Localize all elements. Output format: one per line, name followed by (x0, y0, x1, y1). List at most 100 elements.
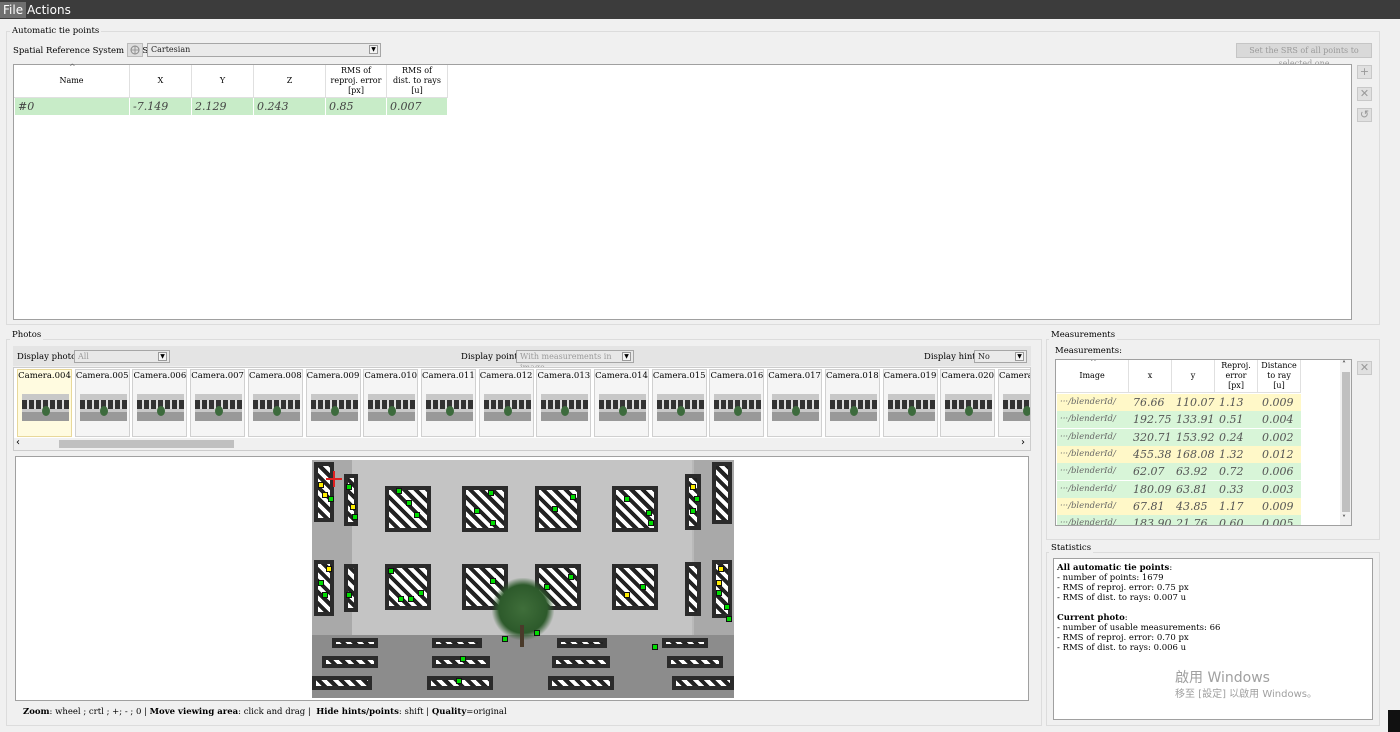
measurement-row[interactable]: ···/blenderId/67.81 43.85 1.17 0.009 (1057, 497, 1301, 515)
scroll-left-icon[interactable]: ‹ (16, 437, 20, 448)
tie-point[interactable] (648, 520, 654, 526)
srs-globe-icon[interactable] (127, 43, 143, 57)
tie-point[interactable] (408, 596, 414, 602)
camera-thumbnail[interactable]: Camera.012 (478, 369, 534, 437)
camera-thumbnail[interactable]: Camera.013 (536, 369, 592, 437)
tie-point[interactable] (488, 490, 494, 496)
set-srs-button[interactable]: Set the SRS of all points to selected on… (1236, 43, 1372, 68)
remove-measurement-icon[interactable]: ✕ (1357, 361, 1372, 375)
tie-point[interactable] (716, 590, 722, 596)
camera-thumbnail[interactable]: Camera.010 (363, 369, 419, 437)
tie-point[interactable] (346, 592, 352, 598)
tie-point[interactable] (726, 616, 732, 622)
scrollbar-thumb[interactable] (1342, 372, 1350, 512)
camera-thumbnail[interactable]: Camera.008 (247, 369, 303, 437)
tie-point[interactable] (318, 482, 324, 488)
tie-point[interactable] (326, 566, 332, 572)
srs-select[interactable]: Cartesian ▼ (147, 43, 381, 57)
photo-viewer[interactable] (15, 456, 1029, 701)
display-points-select[interactable]: With measurements in image ▼ (516, 350, 634, 372)
tie-point[interactable] (328, 496, 334, 502)
camera-thumbnail[interactable]: Camera.014 (594, 369, 649, 437)
tie-point[interactable] (716, 580, 722, 586)
measurement-row[interactable]: ···/blenderId/62.07 63.92 0.72 0.006 (1057, 463, 1301, 481)
camera-thumbnail[interactable]: Camera.017 (767, 369, 823, 437)
camera-strip-scrollbar[interactable]: ‹ › (14, 437, 1030, 450)
menu-actions[interactable]: Actions (24, 2, 74, 18)
display-photos-select[interactable]: All ▼ (74, 350, 170, 363)
tie-point[interactable] (396, 488, 402, 494)
measurement-row[interactable]: ···/blenderId/76.66 110.07 1.13 0.009 (1057, 394, 1301, 411)
tie-point[interactable] (652, 644, 658, 650)
tie-point[interactable] (346, 484, 352, 490)
tie-point[interactable] (406, 500, 412, 506)
measurements-table[interactable]: ^ Image x y Reproj. error [px] Distance … (1055, 359, 1352, 526)
tie-point[interactable] (690, 484, 696, 490)
col-z[interactable]: Z (254, 65, 326, 98)
scrollbar-thumb[interactable] (59, 440, 234, 448)
tie-point[interactable] (398, 596, 404, 602)
tie-point[interactable] (352, 514, 358, 520)
camera-thumbnail[interactable]: Camera.004 (17, 369, 72, 437)
tie-point[interactable] (388, 568, 394, 574)
tie-point[interactable] (534, 630, 540, 636)
col-reproj-error[interactable]: Reproj. error [px] (1215, 360, 1258, 393)
camera-thumbnail[interactable]: Camera.006 (132, 369, 188, 437)
tie-point[interactable] (544, 584, 550, 590)
add-icon[interactable]: + (1357, 65, 1372, 79)
camera-thumbnail[interactable]: Camera.009 (305, 369, 361, 437)
measurement-row[interactable]: ···/blenderId/180.09 63.81 0.33 0.003 (1057, 480, 1301, 498)
tie-point[interactable] (568, 574, 574, 580)
col-rms-dist[interactable]: RMS of dist. to rays [u] (387, 65, 448, 98)
camera-photo[interactable] (312, 460, 734, 698)
scroll-right-icon[interactable]: › (1021, 437, 1025, 448)
tie-point[interactable] (474, 508, 480, 514)
tie-point[interactable] (418, 590, 424, 596)
camera-thumbnail[interactable]: Camera.016 (709, 369, 765, 437)
tie-point[interactable] (490, 578, 496, 584)
measurements-scrollbar[interactable]: ˄ ˅ (1340, 360, 1351, 525)
tie-point[interactable] (646, 510, 652, 516)
col-image[interactable]: Image (1056, 360, 1129, 393)
col-y[interactable]: Y (192, 65, 254, 98)
tie-points-table[interactable]: ^ Name X Y Z RMS of reproj. error [px] R… (13, 63, 1352, 320)
tie-point[interactable] (322, 592, 328, 598)
tie-point[interactable] (350, 504, 356, 510)
tie-point[interactable] (724, 604, 730, 610)
tie-point[interactable] (502, 636, 508, 642)
col-name[interactable]: Name (14, 65, 130, 98)
camera-thumbnail[interactable]: Camera.005 (74, 369, 130, 437)
col-x[interactable]: X (130, 65, 192, 98)
tie-point[interactable] (624, 592, 630, 598)
tie-point[interactable] (456, 678, 462, 684)
tie-point[interactable] (694, 496, 700, 502)
camera-thumbnail[interactable]: Camera.007 (190, 369, 246, 437)
camera-thumbnail[interactable]: Camera.015 (651, 369, 707, 437)
tie-point[interactable] (690, 508, 696, 514)
tie-point[interactable] (718, 566, 724, 572)
col-distance-ray[interactable]: Distance to ray [u] (1258, 360, 1301, 393)
camera-thumbnail[interactable]: Camera.019 (882, 369, 938, 437)
tie-point[interactable] (624, 496, 630, 502)
tie-point[interactable] (318, 580, 324, 586)
measurement-row[interactable]: ···/blenderId/320.71 153.92 0.24 0.002 (1057, 428, 1301, 446)
col-my[interactable]: y (1172, 360, 1215, 393)
delete-icon[interactable]: ✕ (1357, 87, 1372, 101)
display-hints-select[interactable]: No ▼ (974, 350, 1027, 363)
tie-point[interactable] (570, 494, 576, 500)
menu-file[interactable]: File (0, 2, 27, 18)
tie-point[interactable] (552, 506, 558, 512)
table-row[interactable]: #0 -7.149 2.129 0.243 0.85 0.007 (15, 98, 448, 115)
col-rms-reproj[interactable]: RMS of reproj. error [px] (326, 65, 387, 98)
measurement-row[interactable]: ···/blenderId/455.38 168.08 1.32 0.012 (1057, 445, 1301, 463)
tie-point[interactable] (490, 520, 496, 526)
scroll-down-icon[interactable]: ˅ (1342, 514, 1346, 523)
camera-thumbnail[interactable]: Camera.018 (824, 369, 880, 437)
col-mx[interactable]: x (1129, 360, 1172, 393)
camera-thumbnail[interactable]: Camera.011 (420, 369, 476, 437)
restore-icon[interactable]: ↺ (1357, 108, 1372, 122)
camera-thumbnail[interactable]: Camera.020 (940, 369, 996, 437)
scroll-up-icon[interactable]: ˄ (1342, 360, 1346, 369)
measurement-row[interactable]: ···/blenderId/192.75 133.91 0.51 0.004 (1057, 411, 1301, 429)
tie-point[interactable] (414, 512, 420, 518)
